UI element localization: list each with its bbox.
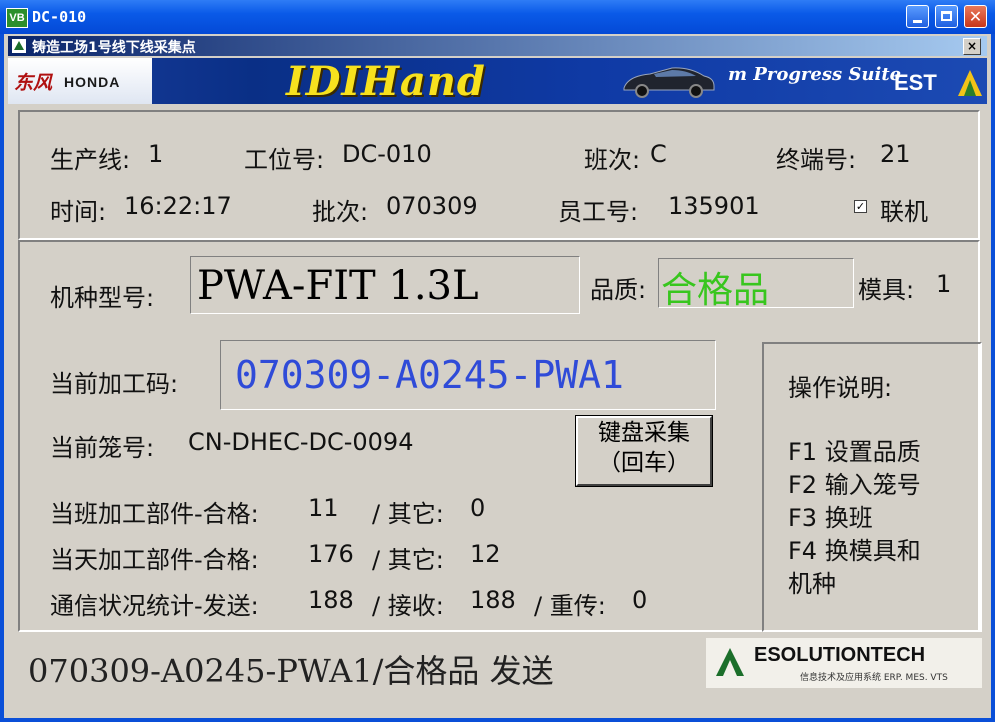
- subwindow-title: 铸造工场1号线下线采集点: [32, 40, 196, 56]
- quality-value: 合格品: [661, 270, 770, 311]
- car-icon: [623, 67, 715, 98]
- banner: 东风 HONDA IDIHand m Progress Suite EST: [8, 58, 987, 104]
- resend-value: 0: [632, 586, 648, 614]
- comm-label: 通信状况统计-发送:: [50, 592, 259, 620]
- batch-label: 批次:: [312, 198, 369, 226]
- quality-field: 合格品: [658, 258, 854, 311]
- day-other-label: / 其它:: [372, 546, 444, 574]
- help-item-f4: F4 换模具和: [788, 537, 921, 565]
- info-panel: 生产线: 1 工位号: DC-010 班次: C 终端号: 21 时间: 16:…: [18, 110, 980, 240]
- help-item-f4-cont: 机种: [788, 570, 836, 598]
- online-checkbox[interactable]: ✓: [854, 200, 867, 213]
- model-label: 机种型号:: [50, 284, 155, 312]
- code-value: 070309-A0245-PWA1: [235, 353, 624, 397]
- keyboard-collect-enter-label: （回车）: [598, 450, 690, 476]
- subwindow-close-button[interactable]: ×: [963, 38, 981, 55]
- day-parts-label: 当天加工部件-合格:: [50, 546, 259, 574]
- help-title: 操作说明:: [788, 374, 893, 402]
- batch-value: 070309: [386, 192, 478, 220]
- dongfeng-logo: 东风: [14, 72, 53, 94]
- quality-label: 品质:: [590, 276, 647, 304]
- terminal-value: 21: [880, 140, 911, 168]
- mold-label: 模具:: [858, 276, 915, 304]
- basket-value: CN-DHEC-DC-0094: [188, 428, 414, 456]
- shift-other-label: / 其它:: [372, 500, 444, 528]
- employee-value: 135901: [668, 192, 760, 220]
- online-label[interactable]: 联机: [880, 192, 928, 227]
- main-panel: 机种型号: PWA-FIT 1.3L 品质: 合格品 模具: 1 当前加工码: …: [18, 240, 982, 632]
- title-bar[interactable]: VB DC-010 ✕: [0, 0, 995, 34]
- help-item-f2: F2 输入笼号: [788, 471, 921, 499]
- help-item-f1: F1 设置品质: [788, 438, 921, 466]
- shift-other-value: 0: [470, 494, 486, 522]
- terminal-label: 终端号:: [776, 146, 857, 174]
- company-logo: EST: [894, 70, 937, 95]
- station-value: DC-010: [342, 140, 432, 168]
- recv-label: / 接收:: [372, 592, 444, 620]
- resend-label: / 重传:: [534, 592, 606, 620]
- mountain-logo-icon: [958, 70, 982, 96]
- model-field: PWA-FIT 1.3L: [190, 256, 580, 314]
- model-value: PWA-FIT 1.3L: [197, 263, 479, 309]
- footer-logo: ESOLUTIONTECH 信息技术及应用系统 ERP. MES. VTS: [706, 638, 982, 688]
- close-button[interactable]: ✕: [964, 5, 987, 28]
- time-label: 时间:: [50, 198, 107, 226]
- esolution-logo-icon: [716, 648, 744, 676]
- recv-value: 188: [470, 586, 516, 614]
- shift-value: C: [650, 140, 667, 168]
- honda-logo: HONDA: [64, 74, 121, 90]
- status-message: 070309-A0245-PWA1/合格品 发送: [28, 652, 554, 690]
- line-label: 生产线:: [50, 146, 131, 174]
- window-title: DC-010: [32, 8, 87, 26]
- maximize-button[interactable]: [935, 5, 958, 28]
- shift-label: 班次:: [584, 146, 641, 174]
- help-panel: 操作说明: F1 设置品质 F2 输入笼号 F3 换班 F4 换模具和 机种: [762, 342, 982, 632]
- day-parts-ok: 176: [308, 540, 354, 568]
- footer-logo-name: ESOLUTIONTECH: [754, 644, 926, 666]
- client-area: 铸造工场1号线下线采集点 × 东风 HONDA IDIHand m Progre…: [4, 34, 991, 718]
- brand-logo-area: 东风 HONDA: [8, 58, 152, 104]
- station-label: 工位号:: [244, 146, 325, 174]
- suite-name: m Progress Suite: [728, 64, 902, 85]
- subwindow-icon: [12, 39, 26, 53]
- time-value: 16:22:17: [124, 192, 232, 220]
- shift-parts-label: 当班加工部件-合格:: [50, 500, 259, 528]
- employee-label: 员工号:: [558, 198, 639, 226]
- footer-logo-tagline: 信息技术及应用系统 ERP. MES. VTS: [800, 673, 948, 683]
- keyboard-collect-label: 键盘采集: [598, 420, 690, 446]
- help-item-f3: F3 换班: [788, 504, 873, 532]
- basket-label: 当前笼号:: [50, 434, 155, 462]
- code-field: 070309-A0245-PWA1: [220, 340, 716, 410]
- product-logo: IDIHand: [286, 58, 486, 104]
- day-other-value: 12: [470, 540, 501, 568]
- minimize-icon: [913, 20, 922, 23]
- minimize-button[interactable]: [906, 5, 929, 28]
- mold-value: 1: [936, 270, 952, 298]
- maximize-icon: [941, 11, 952, 21]
- line-value: 1: [148, 140, 164, 168]
- main-window: VB DC-010 ✕ 铸造工场1号线下线采集点 × 东风 HONDA IDIH…: [0, 0, 995, 722]
- close-icon: ✕: [968, 7, 983, 26]
- sent-value: 188: [308, 586, 354, 614]
- app-icon: VB: [6, 8, 28, 28]
- shift-parts-ok: 11: [308, 494, 339, 522]
- keyboard-collect-button[interactable]: 键盘采集 （回车）: [575, 415, 713, 487]
- subwindow-title-bar: 铸造工场1号线下线采集点 ×: [8, 36, 987, 56]
- code-label: 当前加工码:: [50, 370, 179, 398]
